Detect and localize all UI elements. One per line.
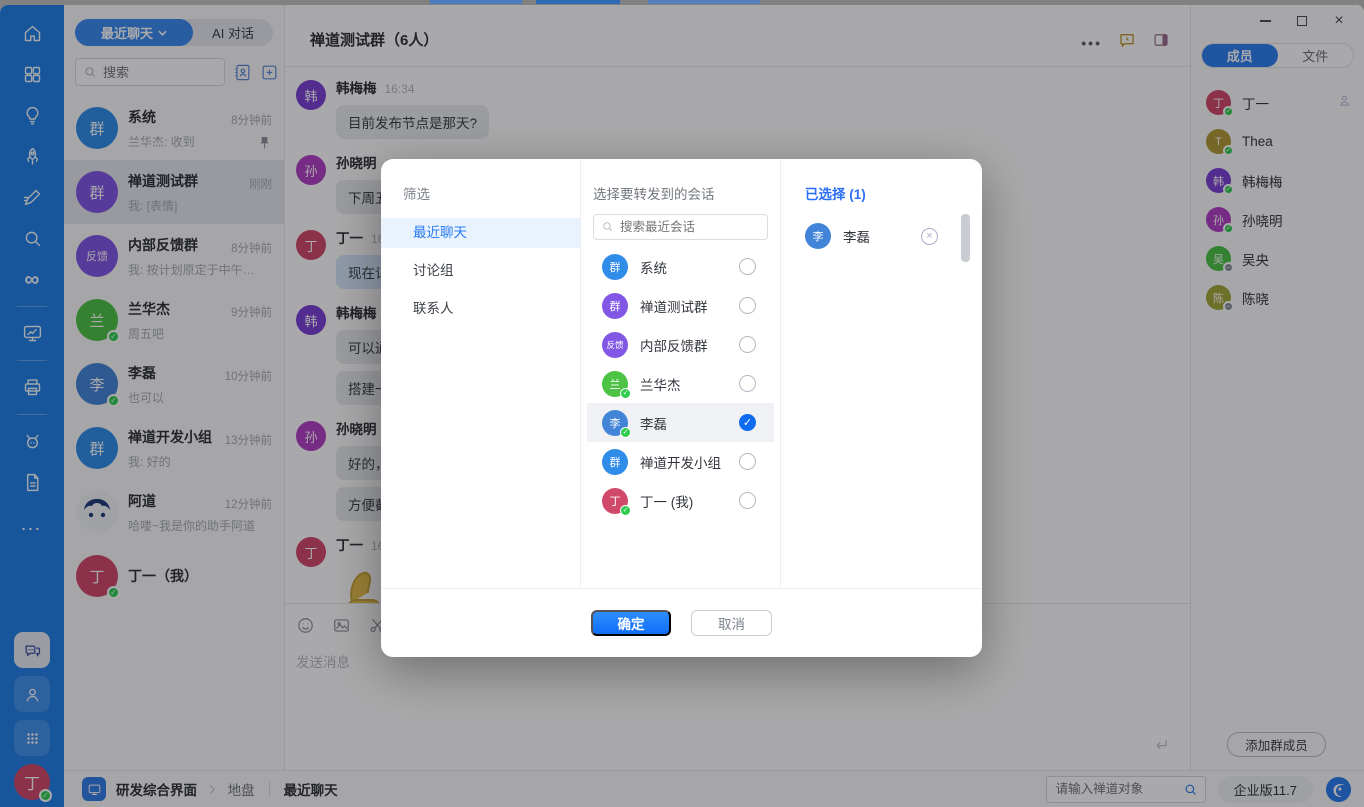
radio-unchecked[interactable] bbox=[739, 258, 756, 275]
picker-name: 丁一 (我) bbox=[640, 491, 693, 511]
selected-column: 已选择 (1) 李 李磊 × bbox=[781, 159, 982, 588]
filter-column: 筛选 最近聊天 讨论组 联系人 bbox=[381, 159, 581, 588]
forward-dialog: 筛选 最近聊天 讨论组 联系人 选择要转发到的会话 群 系统 bbox=[381, 159, 982, 657]
picker-search-input[interactable] bbox=[593, 214, 768, 240]
picker-row[interactable]: 兰✓ 兰华杰 bbox=[587, 364, 774, 403]
online-status-badge: ✓ bbox=[620, 505, 631, 516]
radio-unchecked[interactable] bbox=[739, 375, 756, 392]
conversation-picker-column: 选择要转发到的会话 群 系统 群 禅道测试群 bbox=[581, 159, 781, 588]
radio-unchecked[interactable] bbox=[739, 492, 756, 509]
picker-row[interactable]: 李✓ 李磊 ✓ bbox=[587, 403, 774, 442]
user-avatar: 兰✓ bbox=[602, 371, 628, 397]
picker-row[interactable]: 群 禅道开发小组 bbox=[587, 442, 774, 481]
group-avatar: 群 bbox=[602, 254, 628, 280]
selected-row: 李 李磊 × bbox=[805, 223, 982, 249]
filter-recent-chats[interactable]: 最近聊天 bbox=[381, 218, 580, 248]
cancel-button[interactable]: 取消 bbox=[691, 610, 772, 636]
picker-name: 禅道测试群 bbox=[640, 296, 708, 316]
picker-row[interactable]: 丁✓ 丁一 (我) bbox=[587, 481, 774, 520]
confirm-button[interactable]: 确定 bbox=[591, 610, 671, 636]
search-icon bbox=[601, 220, 614, 233]
group-avatar: 群 bbox=[602, 293, 628, 319]
browser-tab-fragment bbox=[536, 0, 620, 4]
picker-row[interactable]: 群 系统 bbox=[587, 247, 774, 286]
scrollbar-thumb[interactable] bbox=[961, 214, 970, 262]
user-avatar: 李✓ bbox=[602, 410, 628, 436]
filter-discussion-groups[interactable]: 讨论组 bbox=[381, 256, 580, 286]
picker-row[interactable]: 群 禅道测试群 bbox=[587, 286, 774, 325]
picker-list: 群 系统 群 禅道测试群 反馈 内部反馈群 bbox=[581, 247, 780, 588]
group-avatar: 群 bbox=[602, 449, 628, 475]
picker-name: 李磊 bbox=[640, 413, 667, 433]
picker-name: 系统 bbox=[640, 257, 667, 277]
online-status-badge: ✓ bbox=[620, 427, 631, 438]
radio-checked[interactable]: ✓ bbox=[739, 414, 756, 431]
picker-search-box bbox=[593, 214, 768, 240]
group-avatar: 反馈 bbox=[602, 332, 628, 358]
browser-edge-strip bbox=[0, 0, 1364, 5]
radio-unchecked[interactable] bbox=[739, 336, 756, 353]
picker-name: 内部反馈群 bbox=[640, 335, 708, 355]
selected-title: 已选择 (1) bbox=[805, 183, 982, 203]
user-avatar: 丁✓ bbox=[602, 488, 628, 514]
user-avatar: 李 bbox=[805, 223, 831, 249]
remove-selected-icon[interactable]: × bbox=[921, 228, 938, 245]
browser-tab-fragment bbox=[430, 0, 522, 4]
desktop: ∞ ... bbox=[0, 0, 1364, 807]
picker-name: 兰华杰 bbox=[640, 374, 681, 394]
dialog-footer: 确定 取消 bbox=[381, 588, 982, 657]
picker-row[interactable]: 反馈 内部反馈群 bbox=[587, 325, 774, 364]
filter-title: 筛选 bbox=[403, 183, 580, 203]
online-status-badge: ✓ bbox=[620, 388, 631, 399]
app-window: ∞ ... bbox=[0, 5, 1364, 807]
radio-unchecked[interactable] bbox=[739, 297, 756, 314]
browser-tab-fragment bbox=[648, 0, 760, 4]
picker-name: 禅道开发小组 bbox=[640, 452, 721, 472]
radio-unchecked[interactable] bbox=[739, 453, 756, 470]
selected-name: 李磊 bbox=[843, 226, 870, 246]
picker-title: 选择要转发到的会话 bbox=[593, 183, 780, 203]
filter-contacts[interactable]: 联系人 bbox=[381, 294, 580, 324]
